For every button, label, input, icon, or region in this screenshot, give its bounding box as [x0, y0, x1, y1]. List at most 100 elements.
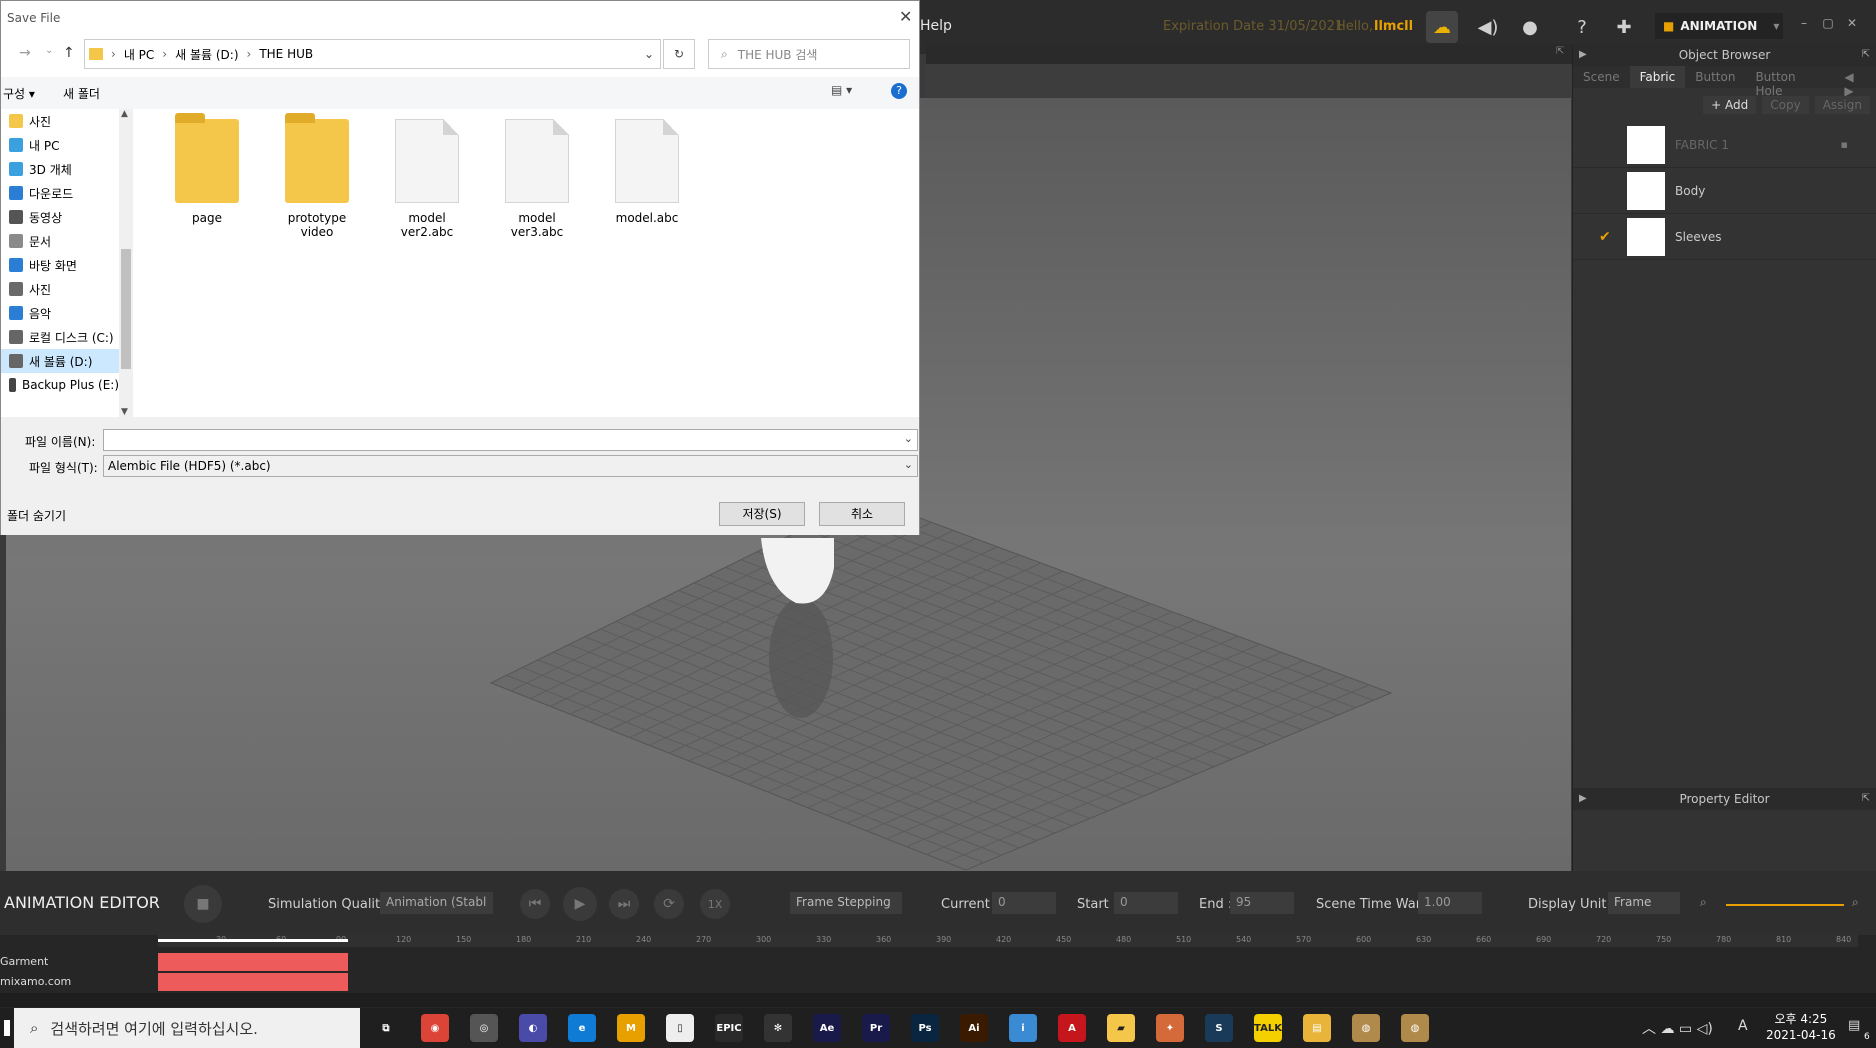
nav-item[interactable]: 로컬 디스크 (C:)	[1, 325, 119, 349]
minimize-button[interactable]: –	[1794, 16, 1814, 36]
taskbar-app-kakao[interactable]: TALK	[1254, 1014, 1282, 1042]
nav-item[interactable]: 3D 개체	[1, 157, 119, 181]
taskbar-app-photoshop[interactable]: Ps	[911, 1014, 939, 1042]
loop-icon[interactable]: ⟳	[654, 889, 684, 919]
nav-item[interactable]: 사진	[1, 109, 119, 133]
taskbar-app-premiere[interactable]: Pr	[862, 1014, 890, 1042]
taskbar-app-search-app[interactable]: ◎	[470, 1014, 498, 1042]
taskbar-app-illustrator[interactable]: Ai	[960, 1014, 988, 1042]
taskbar-app-epic[interactable]: EPIC	[715, 1014, 743, 1042]
fabric-item[interactable]: FABRIC 1 ▪	[1573, 122, 1876, 168]
nav-scrollbar[interactable]: ▲ ▼	[119, 109, 133, 417]
clock[interactable]: 오후 4:25 2021-04-16	[1766, 1011, 1836, 1043]
taskbar-app-after-effects[interactable]: Ae	[813, 1014, 841, 1042]
copy-button[interactable]: Copy	[1762, 96, 1809, 114]
file-item[interactable]: model ver3.abc	[491, 119, 583, 239]
breadcrumb-item[interactable]: THE HUB	[259, 47, 313, 61]
hide-folders-toggle[interactable]: 폴더 숨기기	[7, 507, 66, 524]
cloud-icon[interactable]: ☁	[1426, 11, 1458, 43]
tab-button[interactable]: Button	[1685, 66, 1745, 88]
timeline-ruler[interactable]: 3060901201501802102402703003303603904204…	[158, 935, 1858, 947]
folder-item[interactable]: page	[161, 113, 253, 225]
collapse-arrow-icon[interactable]: ▶	[1579, 44, 1587, 66]
filename-field[interactable]: ⌄	[103, 429, 918, 451]
taskbar-app-sticky[interactable]: ▰	[1107, 1014, 1135, 1042]
display-unit-select[interactable]: Frame	[1608, 892, 1680, 914]
zoom-icon[interactable]: ⌕	[1700, 895, 1707, 910]
add-button[interactable]: + Add	[1703, 96, 1757, 114]
start-icon[interactable]	[4, 1020, 10, 1036]
popout-icon[interactable]: ⇱	[1556, 46, 1564, 57]
time-warp-field[interactable]: 1.00	[1418, 892, 1482, 914]
skip-forward-icon[interactable]: ⏭	[609, 889, 639, 919]
file-item[interactable]: model ver2.abc	[381, 119, 473, 239]
breadcrumb-item[interactable]: 새 볼륨 (D:)	[175, 46, 238, 63]
taskbar-search[interactable]: ⌕ 검색하려면 여기에 입력하십시오.	[14, 1008, 360, 1048]
folder-item[interactable]: prototype video	[271, 113, 363, 239]
breadcrumb-item[interactable]: 내 PC	[124, 46, 154, 63]
timeline-scrollbar[interactable]	[0, 993, 1876, 1007]
menu-help[interactable]: Help	[920, 18, 952, 34]
save-button[interactable]: 저장(S)	[719, 502, 805, 526]
track-bar[interactable]	[158, 973, 348, 991]
view-options-icon[interactable]: ▤ ▾	[831, 83, 852, 97]
close-button[interactable]: ✕	[1842, 16, 1862, 36]
timeline[interactable]: 3060901201501802102402703003303603904204…	[0, 935, 1876, 1008]
cancel-button[interactable]: 취소	[819, 502, 905, 526]
taskbar-app-marvelous[interactable]: ✦	[1156, 1014, 1184, 1042]
notification-icon[interactable]: ▤	[1848, 1018, 1860, 1033]
dialog-search-input[interactable]: ⌕ THE HUB 검색	[708, 39, 910, 69]
organize-menu[interactable]: 구성 ▾	[3, 85, 35, 102]
chevron-down-icon[interactable]: ⌄	[644, 47, 654, 61]
settings-icon[interactable]: ✚	[1608, 11, 1640, 43]
back-icon[interactable]: →	[19, 45, 31, 61]
tab-scroll-arrows[interactable]: ◀ ▶	[1834, 66, 1876, 98]
ime-indicator[interactable]: A	[1738, 1018, 1748, 1034]
nav-item[interactable]: 동영상	[1, 205, 119, 229]
zoom-slider[interactable]	[1726, 904, 1844, 906]
scroll-down-icon[interactable]: ▼	[121, 407, 128, 417]
address-bar[interactable]: › 내 PC › 새 볼륨 (D:) › THE HUB ⌄	[84, 39, 661, 69]
start-field[interactable]: 0	[1114, 892, 1178, 914]
maximize-button[interactable]: ▢	[1818, 16, 1838, 36]
nav-item[interactable]: 문서	[1, 229, 119, 253]
fabric-item[interactable]: ✔ Sleeves	[1573, 214, 1876, 260]
popout-icon[interactable]: ⇱	[1862, 44, 1870, 66]
chevron-down-icon[interactable]: ⌄	[904, 432, 913, 445]
nav-item[interactable]: Backup Plus (E:)	[1, 373, 119, 397]
end-field[interactable]: 95	[1230, 892, 1294, 914]
nav-item[interactable]: 바탕 화면	[1, 253, 119, 277]
taskbar-app-chick1[interactable]: ◍	[1352, 1014, 1380, 1042]
nav-item[interactable]: 다운로드	[1, 181, 119, 205]
new-folder-button[interactable]: 새 폴더	[63, 85, 100, 102]
tab-button-hole[interactable]: Button Hole	[1745, 66, 1834, 98]
skip-back-icon[interactable]: ⏮	[520, 889, 550, 919]
scroll-up-icon[interactable]: ▲	[121, 109, 128, 119]
taskbar-app-task-view[interactable]: ⧉	[372, 1014, 400, 1042]
speed-button[interactable]: 1X	[700, 889, 730, 919]
chevron-down-icon[interactable]: ⌄	[45, 45, 53, 56]
popout-icon[interactable]: ⇱	[1862, 788, 1870, 810]
track-bar[interactable]	[158, 953, 348, 971]
close-icon[interactable]: ✕	[899, 7, 912, 26]
up-icon[interactable]: ↑	[63, 45, 75, 61]
fabric-item[interactable]: Body	[1573, 168, 1876, 214]
scrollbar-thumb[interactable]	[121, 249, 131, 369]
file-item[interactable]: model.abc	[601, 119, 693, 225]
filetype-select[interactable]: Alembic File (HDF5) (*.abc) ⌄	[103, 455, 918, 477]
taskbar-app-chrome[interactable]: ◉	[421, 1014, 449, 1042]
sim-quality-select[interactable]: Animation (Stabl	[380, 892, 493, 914]
tray-icons[interactable]: ︿ ☁ ▭ ◁)	[1642, 1018, 1713, 1038]
record-camera-icon[interactable]: ■	[184, 885, 222, 923]
assign-button[interactable]: Assign	[1814, 96, 1870, 114]
taskbar-app-info-app[interactable]: i	[1009, 1014, 1037, 1042]
taskbar-app-maya[interactable]: M	[617, 1014, 645, 1042]
help-icon[interactable]: ?	[891, 83, 907, 99]
taskbar-app-explorer[interactable]: ▤	[1303, 1014, 1331, 1042]
play-icon[interactable]: ▶	[563, 887, 597, 921]
user-icon[interactable]: ●	[1514, 11, 1546, 43]
taskbar-app-notepad[interactable]: ▯	[666, 1014, 694, 1042]
nav-item[interactable]: 새 볼륨 (D:)	[1, 349, 119, 373]
taskbar-app-chick2[interactable]: ◍	[1401, 1014, 1429, 1042]
collapse-arrow-icon[interactable]: ▶	[1579, 788, 1587, 810]
